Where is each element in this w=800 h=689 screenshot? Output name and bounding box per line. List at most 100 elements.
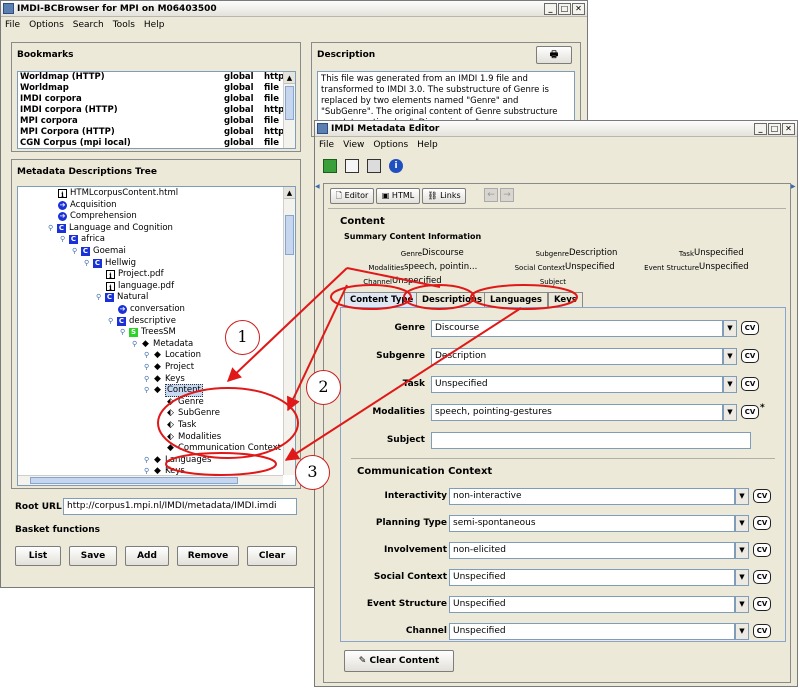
bookmark-row[interactable]: Worldmap (HTTP) global http	[18, 72, 295, 83]
tree-node[interactable]: ➔ Acquisition	[58, 200, 117, 211]
editor-close-button[interactable]: ✕	[782, 122, 795, 135]
modalities-select[interactable]: speech, pointing-gestures	[431, 404, 723, 421]
open-icon[interactable]	[345, 159, 359, 173]
editor-left-splitter[interactable]: ◀	[315, 183, 321, 683]
bookmark-row[interactable]: MPI corpora global file	[18, 116, 295, 127]
chevron-down-icon[interactable]: ▼	[723, 320, 737, 337]
tree-node[interactable]: ⚲ ◆ Location	[144, 350, 201, 361]
root-url-field[interactable]: http://corpus1.mpi.nl/IMDI/metadata/IMDI…	[63, 498, 297, 515]
tree-node[interactable]: ⚲ ◆ Content	[144, 384, 203, 398]
expand-toggle-icon[interactable]: ⚲	[84, 258, 92, 269]
expand-toggle-icon[interactable]: ⚲	[48, 223, 56, 234]
tree-node[interactable]: ⬖ Modalities	[166, 432, 221, 443]
menu-search[interactable]: Search	[73, 20, 104, 30]
expand-toggle-icon[interactable]: ⚲	[72, 246, 80, 257]
scroll-thumb[interactable]	[285, 86, 294, 120]
clear-button[interactable]: Clear	[247, 546, 297, 566]
tab-languages[interactable]: Languages	[484, 292, 548, 308]
hscroll-thumb[interactable]	[30, 477, 238, 484]
planning-type-select[interactable]: semi-spontaneous	[449, 515, 735, 532]
genre-select[interactable]: Discourse	[431, 320, 723, 337]
tree-scroll-up-icon[interactable]: ▲	[284, 187, 295, 199]
expand-toggle-icon[interactable]: ⚲	[144, 455, 152, 466]
menu-help[interactable]: Help	[144, 20, 165, 30]
bookmarks-list[interactable]: Worldmap (HTTP) global http Worldmap global f…	[17, 71, 296, 149]
forward-arrow-icon[interactable]: →	[500, 188, 514, 202]
close-button[interactable]: ✕	[572, 2, 585, 15]
tab-descriptions[interactable]: Descriptions	[416, 292, 489, 308]
tree-node[interactable]: ⚲ S TreesSM	[120, 327, 176, 338]
browser-titlebar[interactable]: IMDI-BCBrowser for MPI on M06403500 _ □ …	[1, 1, 587, 17]
cv-button[interactable]: CV	[741, 321, 759, 335]
tree-scroll-thumb[interactable]	[285, 215, 294, 255]
bookmarks-scrollbar[interactable]: ▲	[283, 72, 295, 148]
bookmark-row[interactable]: IMDI corpora global file	[18, 94, 295, 105]
editor-menu-view[interactable]: View	[343, 140, 364, 150]
menu-options[interactable]: Options	[29, 20, 64, 30]
expand-toggle-icon[interactable]: ⚲	[144, 362, 152, 373]
editor-minimize-button[interactable]: _	[754, 122, 767, 135]
editor-menu-options[interactable]: Options	[373, 140, 408, 150]
chevron-down-icon[interactable]: ▼	[735, 596, 749, 613]
cv-button[interactable]: CV	[741, 349, 759, 363]
links-view-tab[interactable]: ⛓ Links	[422, 188, 466, 204]
expand-toggle-icon[interactable]: ⚲	[132, 339, 140, 350]
channel-select[interactable]: Unspecified	[449, 623, 735, 640]
html-view-tab[interactable]: ▣ HTML	[376, 188, 420, 204]
bookmark-row[interactable]: MPI Corpora (HTTP) global http	[18, 127, 295, 138]
involvement-select[interactable]: non-elicited	[449, 542, 735, 559]
tree-node[interactable]: ⬖ SubGenre	[166, 408, 220, 419]
expand-toggle-icon[interactable]: ⚲	[96, 292, 104, 303]
tree-node[interactable]: ⚲ ◆ Keys	[144, 374, 185, 385]
editor-maximize-button[interactable]: □	[768, 122, 781, 135]
new-session-icon[interactable]	[323, 159, 337, 173]
event-structure-select[interactable]: Unspecified	[449, 596, 735, 613]
chevron-down-icon[interactable]: ▼	[723, 348, 737, 365]
expand-toggle-icon[interactable]: ⚲	[108, 316, 116, 327]
tree-node[interactable]: i HTMLcorpusContent.html	[58, 188, 178, 199]
editor-menu-help[interactable]: Help	[417, 140, 438, 150]
bookmark-row[interactable]: IMDI corpora (HTTP) global http	[18, 105, 295, 116]
scroll-up-icon[interactable]: ▲	[284, 72, 295, 84]
editor-view-tab[interactable]: 🗋 Editor	[330, 188, 374, 204]
tree-node[interactable]: ➔ Comprehension	[58, 211, 137, 222]
expand-toggle-icon[interactable]: ⚲	[144, 374, 152, 385]
tree-node[interactable]: i Project.pdf	[106, 269, 164, 280]
cv-button[interactable]: CV	[741, 405, 759, 419]
editor-titlebar[interactable]: IMDI Metadata Editor _ □ ✕	[315, 121, 797, 137]
menu-file[interactable]: File	[5, 20, 20, 30]
tree-node[interactable]: ◆ Communication Context	[166, 443, 281, 454]
cv-button[interactable]: CV	[753, 597, 771, 611]
minimize-button[interactable]: _	[544, 2, 557, 15]
cv-button[interactable]: CV	[741, 377, 759, 391]
save-icon[interactable]	[367, 159, 381, 173]
expand-toggle-icon[interactable]: ⚲	[144, 350, 152, 361]
task-select[interactable]: Unspecified	[431, 376, 723, 393]
chevron-down-icon[interactable]: ▼	[723, 404, 737, 421]
clear-content-button[interactable]: ✎ Clear Content	[344, 650, 454, 672]
print-button[interactable]: 🖶	[536, 46, 572, 64]
tree-node[interactable]: ⬖ Genre	[166, 397, 204, 408]
back-arrow-icon[interactable]: ←	[484, 188, 498, 202]
chevron-down-icon[interactable]: ▼	[735, 623, 749, 640]
chevron-down-icon[interactable]: ▼	[735, 569, 749, 586]
cv-button[interactable]: CV	[753, 543, 771, 557]
chevron-down-icon[interactable]: ▼	[735, 515, 749, 532]
bookmark-row[interactable]: CGN Corpus (mpi local) global file	[18, 138, 295, 148]
editor-right-splitter[interactable]: ▶	[791, 183, 797, 683]
expand-toggle-icon[interactable]: ⚲	[144, 385, 152, 396]
info-icon[interactable]: i	[389, 159, 403, 173]
tree-node[interactable]: ⚲ C Language and Cognition	[48, 223, 173, 234]
chevron-down-icon[interactable]: ▼	[723, 376, 737, 393]
tree-node[interactable]: ⚲ ◆ Metadata	[132, 339, 193, 350]
social-context-select[interactable]: Unspecified	[449, 569, 735, 586]
tree-node[interactable]: ⚲ Cdescriptive	[108, 316, 176, 327]
tree-node[interactable]: ⚲ C Natural	[96, 292, 148, 303]
cv-button[interactable]: CV	[753, 489, 771, 503]
tree-node[interactable]: ⚲ C Hellwig	[84, 258, 136, 269]
chevron-down-icon[interactable]: ▼	[735, 488, 749, 505]
tree-node[interactable]: ⚲ Cafrica	[60, 234, 105, 245]
tree-node[interactable]: ⚲ ◆ Project	[144, 362, 194, 373]
cv-button[interactable]: CV	[753, 516, 771, 530]
cv-button[interactable]: CV	[753, 570, 771, 584]
